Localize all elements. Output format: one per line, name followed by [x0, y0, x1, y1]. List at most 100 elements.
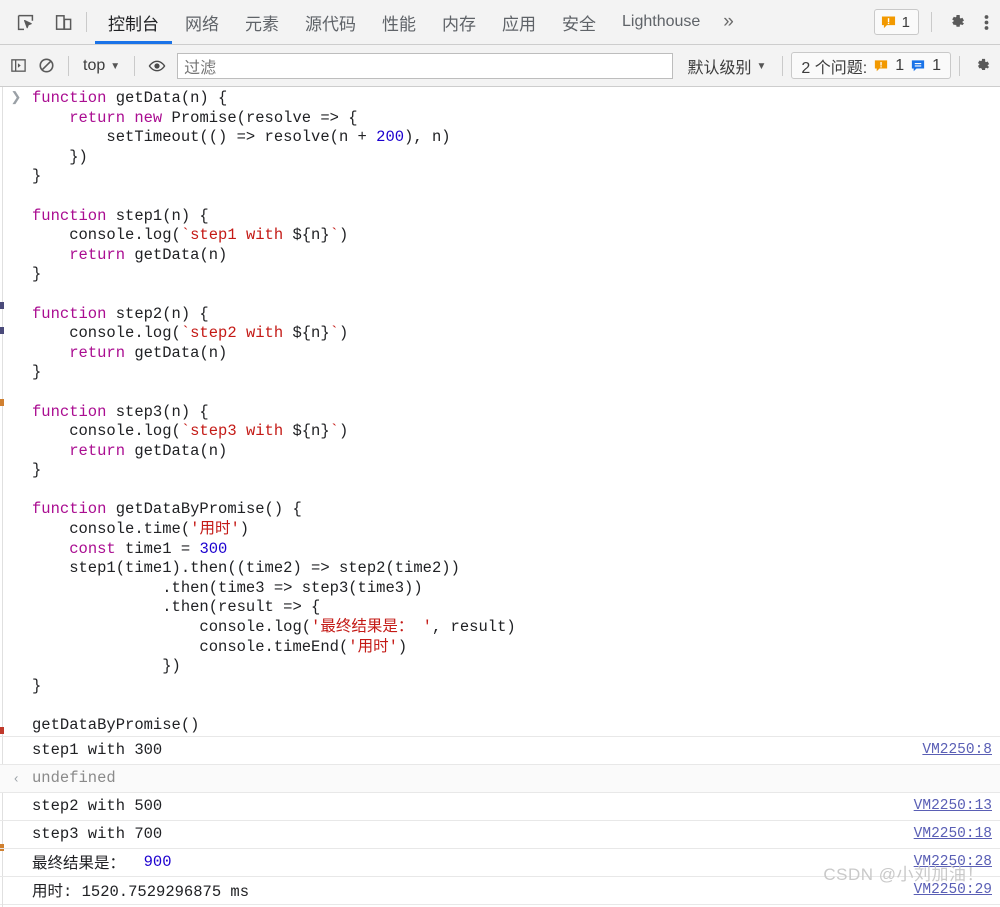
code-token: } — [32, 167, 42, 186]
console-body: ❯ function getData(n) { return new Promi… — [0, 87, 1000, 907]
tab-security[interactable]: 安全 — [549, 0, 609, 44]
warning-badge[interactable]: 1 — [873, 9, 919, 35]
code-line: } — [32, 265, 1000, 285]
kebab-menu-icon[interactable] — [974, 13, 998, 32]
code-line: } — [32, 363, 1000, 383]
code-token: ${n} — [292, 226, 330, 245]
source-link[interactable]: VM2250:28 — [914, 854, 992, 870]
console-input-code[interactable]: function getData(n) { return new Promise… — [32, 87, 1000, 736]
code-token: `step1 with — [180, 226, 293, 245]
code-token: } — [32, 265, 42, 284]
code-token: return — [69, 245, 135, 264]
code-token: getDataByPromise() { — [115, 500, 302, 519]
tab-label: 网络 — [185, 14, 219, 34]
tab-memory[interactable]: 内存 — [429, 0, 489, 44]
code-token: ` — [329, 422, 339, 441]
console-filter-bar: top ▼ 过滤 默认级别 ▼ 2 个问题: 1 1 — [0, 45, 1000, 87]
tab-network[interactable]: 网络 — [172, 0, 232, 44]
issues-badge[interactable]: 2 个问题: 1 1 — [791, 52, 951, 79]
code-token: } — [32, 676, 42, 695]
issues-info-count: 1 — [932, 56, 941, 74]
warning-bubble-icon — [875, 59, 888, 71]
code-token: console.timeEnd( — [32, 637, 349, 656]
panel-tabs: 控制台 网络 元素 源代码 性能 内存 应用 安全 Lighthouse — [95, 0, 713, 44]
chevron-down-icon: ▼ — [110, 61, 121, 72]
code-line: console.time('用时') — [32, 520, 1000, 540]
warning-bubble-icon — [881, 16, 895, 28]
code-token: `step2 with — [180, 324, 293, 343]
code-token: } — [32, 363, 42, 382]
source-link[interactable]: VM2250:18 — [914, 826, 992, 842]
console-log-row: step3 with 700 VM2250:18 — [0, 819, 1000, 848]
tab-label: 源代码 — [305, 14, 356, 34]
console-log-row: step2 with 500 VM2250:13 — [0, 791, 1000, 820]
code-line: console.log('最终结果是： ', result) — [32, 618, 1000, 638]
source-link[interactable]: VM2250:8 — [922, 742, 992, 758]
gear-icon[interactable] — [940, 12, 974, 32]
code-line: } — [32, 677, 1000, 697]
code-line: }) — [32, 657, 1000, 677]
gear-icon[interactable] — [968, 53, 996, 79]
code-token: console.time( — [32, 520, 191, 539]
code-token: const — [69, 539, 126, 558]
filterbar-divider-2 — [134, 55, 136, 76]
tab-label: 内存 — [442, 14, 476, 34]
code-token: step2(n) { — [115, 304, 209, 323]
console-log-text: undefined — [32, 769, 116, 788]
code-token: ${n} — [292, 422, 330, 441]
tab-console[interactable]: 控制台 — [95, 0, 172, 44]
console-sidebar-icon[interactable] — [4, 53, 32, 79]
code-token: step1(n) { — [115, 206, 209, 225]
log-level-label: 默认级别 — [687, 59, 752, 77]
code-line: return getData(n) — [32, 344, 1000, 364]
console-log-text: 最终结果是： — [32, 855, 126, 874]
code-token: function — [32, 402, 116, 421]
tab-performance[interactable]: 性能 — [369, 0, 429, 44]
code-line: }) — [32, 148, 1000, 168]
code-line: } — [32, 461, 1000, 481]
code-token: console.log( — [32, 226, 181, 245]
issues-label: 2 个问题: — [801, 59, 868, 77]
clear-console-icon[interactable] — [32, 53, 60, 79]
devtools-tab-bar: 控制台 网络 元素 源代码 性能 内存 应用 安全 Lighthouse » 1 — [0, 0, 1000, 45]
code-token: getDataByPromise() — [32, 716, 200, 734]
filterbar-divider-4 — [959, 55, 960, 76]
code-token: ) — [239, 520, 250, 539]
code-token: .then(time3 => step3(time3)) — [32, 578, 423, 597]
log-level-selector[interactable]: 默认级别 ▼ — [679, 54, 774, 78]
live-expression-icon[interactable] — [143, 53, 171, 79]
source-link[interactable]: VM2250:29 — [914, 882, 992, 898]
tab-label: 性能 — [382, 14, 416, 34]
more-tabs-icon[interactable]: » — [713, 11, 744, 33]
tab-lighthouse[interactable]: Lighthouse — [609, 0, 713, 44]
tab-label: 应用 — [502, 14, 536, 34]
code-token: setTimeout(() => resolve(n + — [32, 128, 377, 147]
tab-application[interactable]: 应用 — [489, 0, 549, 44]
inspect-element-icon[interactable] — [10, 7, 40, 37]
code-token: ) — [338, 324, 349, 343]
code-token: ) — [397, 637, 408, 656]
code-line: getDataByPromise() — [32, 716, 1000, 736]
console-return-row: ‹ undefined — [0, 763, 1000, 792]
filterbar-divider-3 — [782, 55, 784, 76]
source-link[interactable]: VM2250:13 — [914, 798, 992, 814]
tab-label: 安全 — [562, 14, 596, 34]
console-output-rows: step1 with 300 VM2250:8 ‹ undefined step2 wi… — [0, 735, 1000, 904]
return-arrow-icon: ‹ — [14, 770, 19, 786]
code-token: console.log( — [32, 422, 181, 441]
console-log-text: step3 with 700 — [32, 825, 163, 844]
code-token: `step3 with — [180, 422, 293, 441]
tab-sources[interactable]: 源代码 — [292, 0, 369, 44]
context-selector[interactable]: top ▼ — [77, 57, 126, 75]
code-token: .then(result => { — [32, 598, 321, 617]
filter-placeholder: 过滤 — [184, 59, 217, 77]
device-toolbar-icon[interactable] — [48, 7, 78, 37]
tab-elements[interactable]: 元素 — [232, 0, 292, 44]
console-prompt-row[interactable]: > — [0, 903, 1000, 907]
issues-warning-count: 1 — [895, 56, 905, 74]
search-input[interactable]: 过滤 — [177, 52, 674, 79]
console-log-value: 900 — [125, 853, 172, 872]
